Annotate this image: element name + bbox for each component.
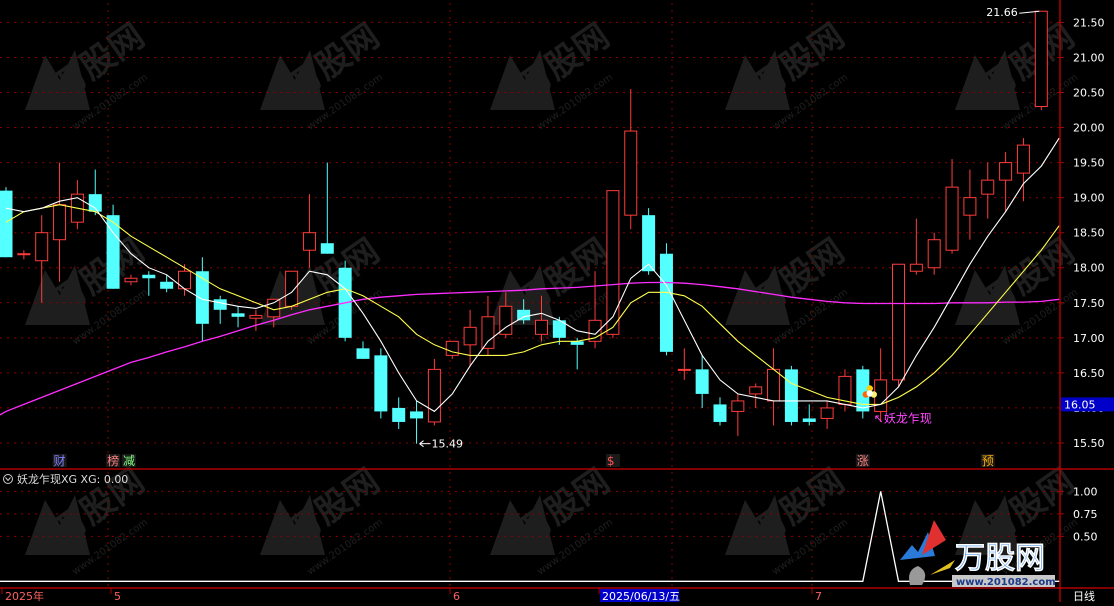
event-marker: 预 bbox=[980, 454, 995, 468]
candle bbox=[285, 270, 299, 310]
event-marker-label: 涨 bbox=[857, 453, 869, 468]
candle-body bbox=[784, 369, 798, 422]
logo-url-text: www.201082.com bbox=[956, 577, 1056, 588]
event-marker-label: 财 bbox=[54, 454, 66, 468]
price-tick-label: 20.50 bbox=[1073, 87, 1105, 100]
candle-body bbox=[624, 130, 638, 216]
candle-body bbox=[767, 368, 781, 402]
candle bbox=[892, 263, 905, 387]
price-tick-label: 18.50 bbox=[1073, 227, 1105, 240]
candle-body bbox=[909, 263, 923, 272]
price-tick-label: 15.50 bbox=[1073, 437, 1105, 450]
candle-body bbox=[374, 355, 388, 412]
event-marker: $ bbox=[605, 454, 620, 468]
candle bbox=[784, 365, 798, 426]
candle-body bbox=[195, 271, 209, 324]
event-marker-label: 减 bbox=[123, 454, 135, 468]
candle-body bbox=[302, 232, 316, 251]
candle-body bbox=[963, 197, 977, 216]
candle-body bbox=[249, 314, 263, 319]
candle-body bbox=[285, 270, 299, 307]
event-marker: 财 bbox=[52, 454, 67, 468]
candle-body bbox=[124, 277, 138, 283]
stock-chart-window: 万股网 www.201082.com 万股网 www.201082.com 万股网 www… bbox=[0, 0, 1114, 603]
candle-body bbox=[1016, 144, 1030, 174]
xg-panel-title: 妖龙乍现XG XG: 0.00 bbox=[17, 472, 128, 486]
candle-body bbox=[659, 253, 673, 352]
current-price-label: 16.05 bbox=[1064, 398, 1096, 411]
candle-body bbox=[606, 190, 620, 335]
xg-tick-label: 1.00 bbox=[1073, 485, 1098, 498]
candle-body bbox=[213, 299, 227, 310]
event-marker: 减 bbox=[121, 454, 136, 468]
candle-body bbox=[356, 348, 370, 359]
event-marker-label: 榜 bbox=[107, 453, 119, 468]
candle-body bbox=[695, 369, 709, 394]
candle-body bbox=[463, 326, 477, 346]
candle bbox=[374, 348, 388, 419]
candle bbox=[1034, 10, 1048, 111]
candle-body bbox=[892, 263, 905, 381]
candle-body bbox=[535, 319, 548, 335]
xg-tick-label: 0.50 bbox=[1073, 530, 1098, 543]
price-tick-label: 16.50 bbox=[1073, 367, 1105, 380]
candle-body bbox=[392, 407, 406, 422]
event-marker-label: 预 bbox=[982, 454, 994, 468]
price-tick-label: 21.50 bbox=[1073, 16, 1105, 29]
price-tick-label: 20.00 bbox=[1073, 122, 1105, 135]
candle-body bbox=[802, 418, 816, 422]
candle bbox=[338, 260, 352, 342]
price-tick-label: 19.00 bbox=[1073, 192, 1105, 205]
date-label: 7 bbox=[815, 590, 822, 602]
xg-tick-label: 0.75 bbox=[1073, 508, 1098, 521]
candle-body bbox=[713, 404, 727, 422]
price-tick-label: 17.00 bbox=[1073, 332, 1105, 345]
candle-body bbox=[17, 253, 31, 256]
price-tick-label: 17.50 bbox=[1073, 297, 1105, 310]
candle-body bbox=[642, 215, 656, 272]
candle-body bbox=[517, 309, 531, 321]
candle-body bbox=[945, 186, 959, 251]
candle-body bbox=[677, 368, 691, 371]
date-label: 6 bbox=[453, 590, 460, 602]
candle-body bbox=[427, 368, 441, 423]
logo-brand-text: 万股网 bbox=[955, 541, 1045, 576]
candle-body bbox=[231, 313, 245, 317]
candle-body bbox=[570, 341, 584, 345]
candle-body bbox=[53, 204, 67, 241]
date-label: 2025年 bbox=[5, 589, 44, 602]
low-annotation-label: 15.49 bbox=[432, 438, 464, 451]
event-marker: 涨 bbox=[855, 453, 870, 468]
date-label: 5 bbox=[114, 590, 121, 602]
candle-body bbox=[481, 316, 495, 349]
price-tick-label: 18.00 bbox=[1073, 262, 1105, 275]
event-marker: 榜 bbox=[106, 453, 121, 468]
candle-body bbox=[981, 179, 995, 195]
candle-body bbox=[1034, 10, 1048, 108]
candle-body bbox=[927, 239, 941, 269]
candle-body bbox=[320, 243, 334, 254]
candle-body bbox=[749, 386, 763, 395]
candle-body bbox=[160, 281, 174, 289]
price-tick-label: 19.50 bbox=[1073, 157, 1105, 170]
event-marker-label: $ bbox=[607, 454, 615, 468]
date-label: 2025/06/13/五 bbox=[602, 590, 680, 602]
candle-body bbox=[820, 407, 834, 419]
chart-canvas[interactable]: 万股网www.201082.com 万股网www.201082.com 万股网www… bbox=[0, 0, 1114, 603]
signal-petal bbox=[866, 390, 873, 397]
candle bbox=[659, 243, 673, 356]
candle-body bbox=[35, 232, 49, 262]
price-tick-label: 21.00 bbox=[1073, 51, 1105, 64]
candle-body bbox=[731, 400, 745, 412]
candle-body bbox=[142, 274, 156, 279]
candle-body bbox=[0, 190, 13, 258]
signal-label: ↖妖龙乍现 bbox=[874, 411, 932, 426]
candle bbox=[106, 204, 120, 289]
candle-body bbox=[410, 411, 424, 419]
candle-body bbox=[999, 162, 1013, 181]
period-label: 日线 bbox=[1073, 589, 1095, 602]
high-annotation-label: 21.66 bbox=[986, 6, 1018, 19]
